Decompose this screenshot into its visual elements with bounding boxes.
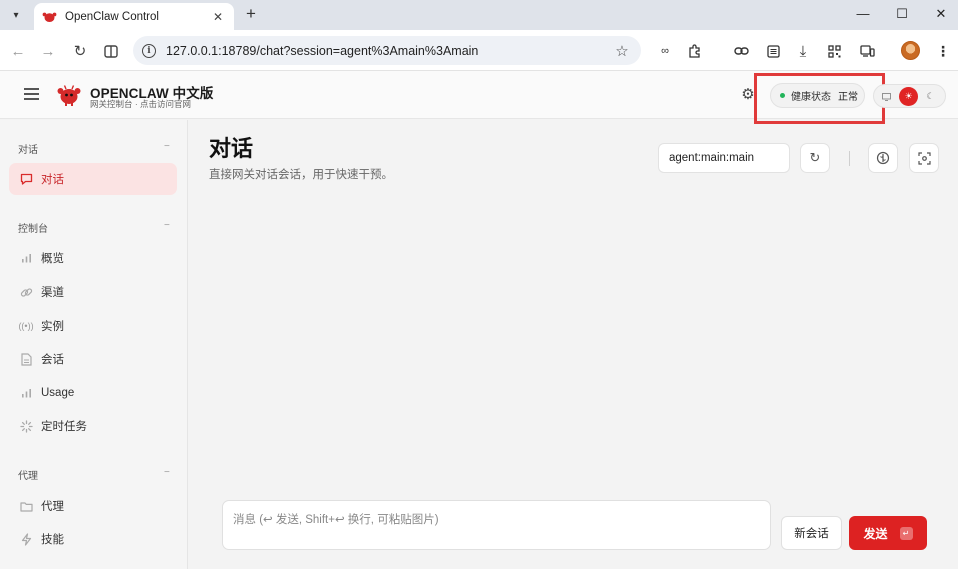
send-label: 发送 — [863, 526, 888, 541]
glasses-icon[interactable]: ∞ — [655, 42, 675, 60]
openclaw-favicon-icon — [42, 12, 57, 22]
document-icon — [19, 352, 33, 366]
system-theme-icon[interactable] — [877, 87, 896, 106]
page-subtitle: 直接网关对话会话，用于快速干预。 — [209, 169, 393, 181]
sidebar-item-label: 会话 — [41, 354, 64, 366]
sidebar-section-console[interactable]: 控制台 — [18, 220, 48, 235]
broadcast-icon: ((•)) — [18, 321, 34, 331]
bar-chart-icon — [19, 251, 33, 265]
refresh-button[interactable]: ↻ — [800, 143, 830, 173]
cast-devices-icon[interactable] — [857, 42, 877, 60]
reload-icon[interactable]: ↻ — [70, 41, 90, 61]
forward-icon[interactable]: → — [38, 41, 58, 61]
refresh-icon: ↻ — [809, 150, 821, 165]
chat-icon — [19, 172, 33, 186]
sidebar-item-scheduled-tasks[interactable]: 定时任务 — [9, 410, 177, 442]
menu-toggle-icon[interactable] — [24, 88, 39, 100]
theme-switcher: ☀ ☾ — [873, 84, 946, 108]
minimize-icon[interactable]: — — [853, 6, 873, 21]
page-title: 对话 — [209, 136, 254, 161]
session-select[interactable]: agent:main:main — [658, 143, 790, 173]
back-icon[interactable]: ← — [8, 41, 28, 61]
send-button[interactable]: 发送 ↵ — [849, 516, 927, 550]
toolbar-divider — [849, 151, 850, 166]
sidebar-item-skills[interactable]: 技能 — [9, 523, 177, 555]
link-icon — [19, 285, 33, 299]
collapse-icon[interactable]: − — [164, 141, 170, 152]
sidebar-item-sessions[interactable]: 会话 — [9, 343, 177, 375]
url-text[interactable]: 127.0.0.1:18789/chat?session=agent%3Amai… — [166, 44, 611, 58]
openclaw-logo[interactable] — [57, 83, 81, 107]
more-menu-icon[interactable]: ⋮ — [933, 42, 953, 60]
bookmark-star-icon[interactable]: ☆ — [611, 42, 633, 60]
thinking-toggle-button[interactable] — [868, 143, 898, 173]
qr-code-icon[interactable] — [824, 42, 844, 60]
annotation-highlight-box — [754, 73, 885, 124]
loader-icon — [19, 419, 33, 433]
browser-tab[interactable]: OpenClaw Control ✕ — [34, 3, 234, 30]
sidebar-item-agents[interactable]: 代理 — [9, 490, 177, 522]
extensions-icon[interactable] — [685, 42, 705, 60]
sidebar-section-agents[interactable]: 代理 — [18, 467, 38, 482]
sidebar-item-instances[interactable]: ((•)) 实例 — [9, 310, 177, 342]
browser-toolbar: ← → ↻ i 127.0.0.1:18789/chat?session=age… — [0, 30, 958, 71]
split-view-icon[interactable] — [101, 41, 121, 61]
window-close-icon[interactable]: ✕ — [931, 6, 951, 22]
sidebar-item-label: 技能 — [41, 534, 64, 546]
app-header: OPENCLAW 中文版 网关控制台 · 点击访问官网 ⚙ 健康状态 正常 ☀ … — [0, 71, 958, 124]
sidebar-item-label: 定时任务 — [41, 421, 87, 433]
new-tab-button[interactable]: + — [241, 4, 261, 24]
collapse-icon[interactable]: − — [164, 220, 170, 231]
address-bar[interactable]: i 127.0.0.1:18789/chat?session=agent%3Am… — [133, 36, 641, 65]
site-info-icon[interactable]: i — [142, 43, 156, 58]
openclaw-app: OPENCLAW 中文版 网关控制台 · 点击访问官网 ⚙ 健康状态 正常 ☀ … — [0, 71, 958, 569]
new-session-button[interactable]: 新会话 — [781, 516, 842, 550]
sidebar-item-label: Usage — [41, 387, 75, 399]
brain-icon — [876, 151, 890, 165]
tab-title: OpenClaw Control — [65, 10, 159, 23]
sidebar: 对话 − 对话 控制台 − 概览 渠道 ((•)) 实例 会话 Usage 定时… — [0, 120, 188, 569]
sidebar-item-label: 渠道 — [41, 287, 64, 299]
bar-chart-icon — [19, 386, 33, 400]
reading-mode-icon[interactable] — [763, 42, 783, 60]
link-icon[interactable] — [731, 42, 751, 60]
sidebar-item-label: 对话 — [41, 174, 64, 186]
sidebar-item-usage[interactable]: Usage — [9, 377, 177, 409]
sidebar-section-chat[interactable]: 对话 — [18, 141, 38, 156]
light-theme-icon[interactable]: ☀ — [899, 87, 918, 106]
sidebar-item-label: 实例 — [41, 321, 64, 333]
enter-key-icon: ↵ — [899, 526, 913, 540]
dark-theme-icon[interactable]: ☾ — [921, 87, 940, 106]
brand-subtitle[interactable]: 网关控制台 · 点击访问官网 — [90, 98, 191, 110]
collapse-icon[interactable]: − — [164, 467, 170, 478]
bolt-icon — [19, 532, 33, 546]
focus-icon — [917, 151, 931, 165]
profile-avatar[interactable] — [901, 41, 920, 60]
download-icon[interactable]: ⤓ — [793, 42, 813, 60]
sidebar-item-label: 代理 — [41, 501, 64, 513]
sidebar-item-overview[interactable]: 概览 — [9, 242, 177, 274]
sidebar-item-chat[interactable]: 对话 — [9, 163, 177, 195]
folder-icon — [19, 499, 33, 513]
sidebar-item-label: 概览 — [41, 253, 64, 265]
tab-close-icon[interactable]: ✕ — [210, 10, 226, 24]
focus-mode-button[interactable] — [909, 143, 939, 173]
browser-tab-bar: ▾ OpenClaw Control ✕ + — ☐ ✕ — [0, 0, 958, 30]
chat-main-panel: 对话 直接网关对话会话，用于快速干预。 agent:main:main ↻ 消息… — [189, 120, 958, 569]
tab-search-chevron-icon[interactable]: ▾ — [6, 5, 26, 25]
message-input[interactable]: 消息 (↩ 发送, Shift+↩ 换行, 可粘贴图片) — [222, 500, 771, 550]
maximize-icon[interactable]: ☐ — [892, 6, 912, 22]
sidebar-item-channels[interactable]: 渠道 — [9, 276, 177, 308]
